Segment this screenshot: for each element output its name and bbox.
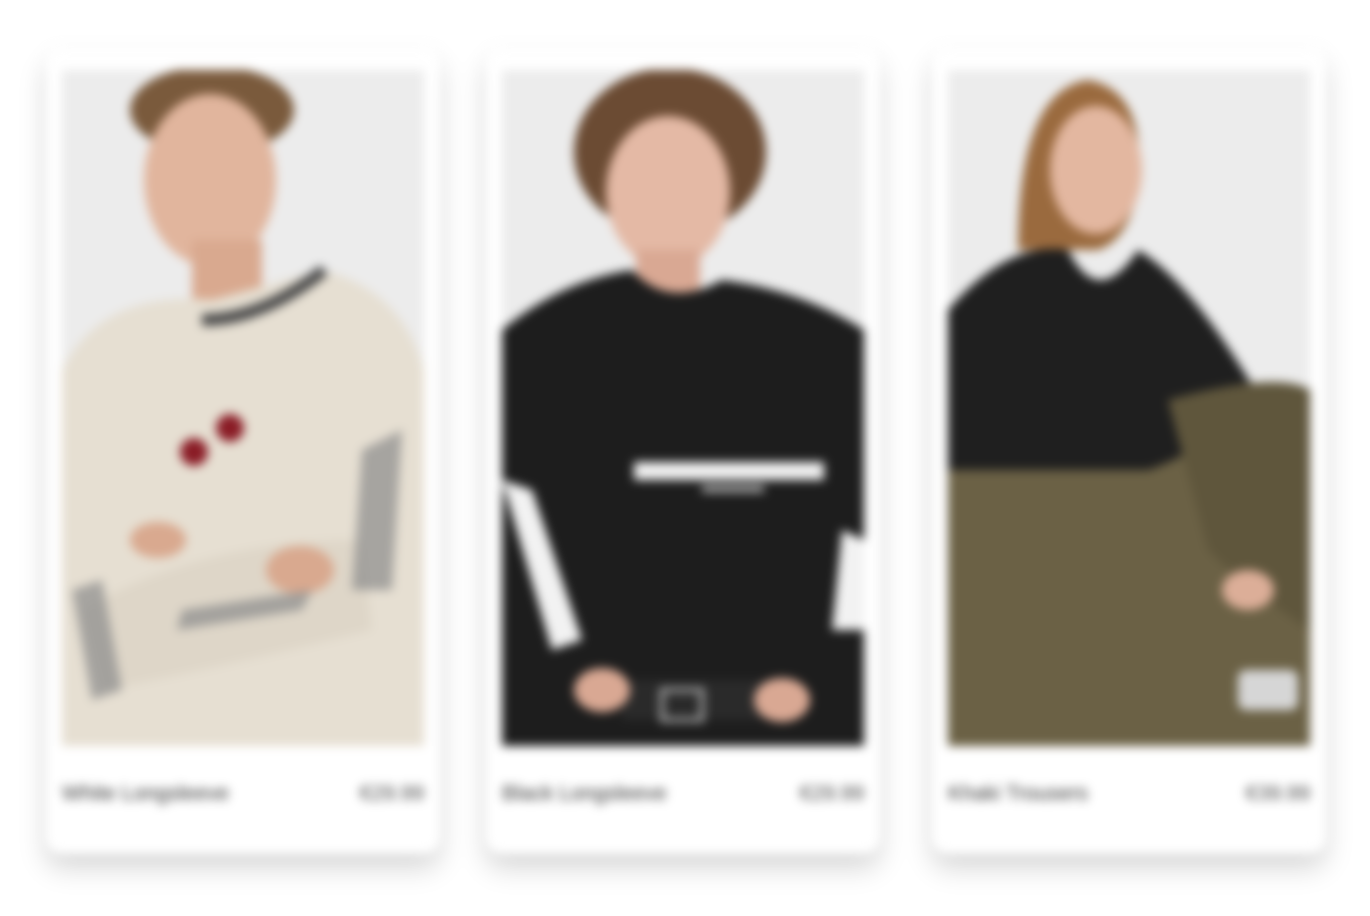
product-card-black-longsleeve[interactable]: Black Longsleeve €29.99	[486, 48, 880, 854]
product-price: €29.99	[359, 782, 424, 805]
man-in-cream-longsleeve-photo[interactable]	[62, 70, 424, 746]
product-meta: Khaki Trousers €39.99	[948, 782, 1310, 806]
product-name[interactable]: Khaki Trousers	[948, 782, 1088, 806]
product-price: €29.99	[799, 782, 864, 805]
product-card-white-longsleeve[interactable]: White Longsleeve €29.99	[46, 48, 440, 854]
product-card-khaki-trousers[interactable]: Khaki Trousers €39.99	[932, 48, 1326, 854]
woman-in-khaki-trousers-photo[interactable]	[948, 70, 1310, 746]
woman-in-black-longsleeve-photo[interactable]	[502, 70, 864, 746]
product-name[interactable]: White Longsleeve	[62, 782, 229, 806]
product-name[interactable]: Black Longsleeve	[502, 782, 667, 806]
product-meta: White Longsleeve €29.99	[62, 782, 424, 806]
product-grid: White Longsleeve €29.99 Black Longsleeve…	[0, 0, 1370, 916]
product-meta: Black Longsleeve €29.99	[502, 782, 864, 806]
product-price: €39.99	[1245, 782, 1310, 805]
